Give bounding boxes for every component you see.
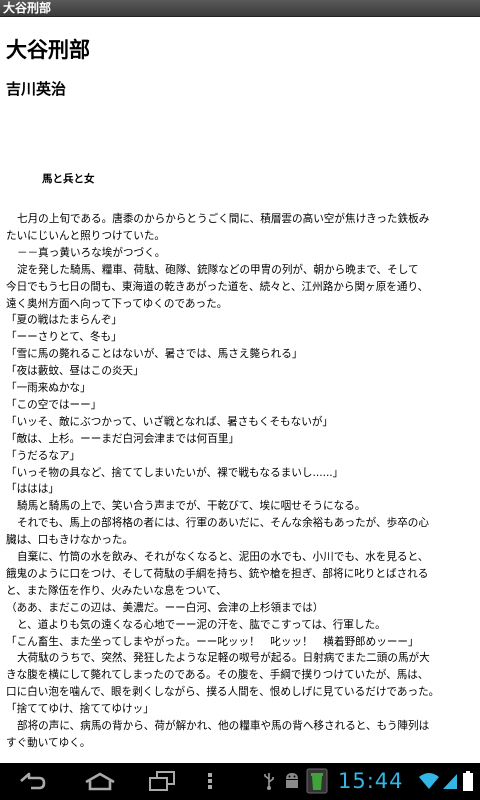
text-line: たいにじいんと照りつけていた。 [6,229,166,242]
text-line: と、道よりも気の遠くなる心地でーー泥の汗を、肱でこすっては、行軍した。 [17,618,386,631]
text-line: 大荷駄のうちで、突然、発狂したような足軽の呶号が起る。日射病でまた二頭の馬が大 [17,652,430,665]
chapter-title: 馬と兵と女 [42,173,95,185]
text-line: 部将の声に、病馬の背から、荷が解かれ、他の糧車や馬の背へ移されると、もう陣列は [17,720,430,732]
sd-card-icon [306,768,328,794]
text-line: 「敵は、上杉。ーーまだ白河会津までは何百里」 [6,432,240,445]
text-line: 「こん畜生、また坐ってしまやがった。ーー叱ッッ！ 叱ッッ！ 横着野郎めッーー」 [6,635,419,648]
usb-status [260,768,278,794]
menu-icon [208,773,212,789]
android-debug-icon [286,773,298,788]
text-line: 口に白い泡を噛んで、眼を剥くしながら、撲る人間を、恨めしげに見ているだけであった… [6,686,440,699]
text-line: 「いっそ物の具など、捨ててしまいたいが、裸で戦もなるまいし......」 [6,466,344,479]
text-line: 今日でもう七日の間も、東海道の乾きあがった道を、続々と、江州路から関ヶ原を通り、 [6,280,429,293]
menu-button[interactable] [203,768,217,794]
text-line: 「この空ではーー」 [6,398,102,411]
back-icon [20,772,46,790]
text-line: 「夏の戦はたまらんぞ」 [6,314,123,327]
text-line: 「雪に馬の斃れることはないが、暑さでは、馬さえ斃られる」 [6,348,303,361]
text-line: 騎馬と騎馬の上で、笑い合う声までが、干乾びて、埃に咽せそうになる。 [17,500,366,513]
text-line: 「捨ててゆけ、捨ててゆけッ」 [6,703,154,716]
window-title: 大谷刑部 [3,1,52,15]
signal-icon [443,774,457,789]
text-line: 「夜は藪蚊、昼はこの炎天」 [6,365,144,378]
reader-content[interactable]: 大谷刑部 吉川英治 馬と兵と女 七月の上旬である。唐黍のからからとうごく間に、積… [0,17,480,763]
text-line: すぐ動いてゆく。 [6,736,91,749]
debug-status [281,768,303,794]
text-line: それでも、馬上の部将格の者には、行軍のあいだに、そんな余裕もあったが、歩卒の心 [17,517,429,530]
text-line: 淀を発した騎馬、糧車、荷駄、砲隊、銃隊などの甲冑の列が、朝から晩まで、そして [17,263,419,276]
sd-card-status [304,768,330,794]
recent-apps-icon [149,771,175,791]
title-bar: 大谷刑部 [0,0,480,17]
text-line: 遠く奥州方面へ向って下ってゆくのであった。 [6,297,228,310]
text-line: と、また隊伍を作り、火みたいな息をついて、 [6,584,227,597]
text-line: 七月の上旬である。唐黍のからからとうごく間に、積層雲の高い空が焦けきった鉄板み [17,213,430,225]
status-clock: 15:44 [338,769,404,793]
usb-icon [264,773,274,790]
book-title: 大谷刑部 [6,38,90,62]
text-line: 「一雨来ぬかな」 [6,382,91,394]
text-line: 「いッそ、敵にぶつかって、いざ戦となれば、暑さもくそもないが」 [6,415,334,428]
signal-status [442,768,458,794]
text-line: 「ははは」 [6,483,59,496]
text-line: －－真っ黄いろな埃がつづく。 [17,246,166,259]
home-button[interactable] [80,768,120,794]
battery-icon [463,771,473,791]
recent-apps-button[interactable] [144,768,180,794]
text-line: 自棄に、竹筒の水を飲み、それがなくなると、泥田の水でも、小川でも、水を見ると、 [17,551,429,563]
text-line: 餓鬼のように口をつけ、そして荷駄の手綱を持ち、銃や槍を担ぎ、部将に叱りとばされる [6,567,429,580]
wifi-status [418,768,440,794]
book-author: 吉川英治 [6,80,67,98]
system-navigation-bar: 15:44 [0,763,480,800]
text-line: きな腹を横にして斃れてしまったのである。その腹を、手綱で撲りつけていたが、馬は、 [6,669,429,682]
home-icon [85,772,115,791]
text-line: 「うだるなア」 [6,449,81,462]
battery-status [461,768,475,794]
wifi-icon [419,773,439,789]
text-line: 「ーーさりとて、冬も」 [6,331,122,344]
back-button[interactable] [14,768,50,794]
text-line: （ああ、まだこの辺は、美濃だ。ーー白河、会津の上杉領までは） [6,601,324,614]
text-line: 臓は、口もきけなかった。 [6,534,134,547]
